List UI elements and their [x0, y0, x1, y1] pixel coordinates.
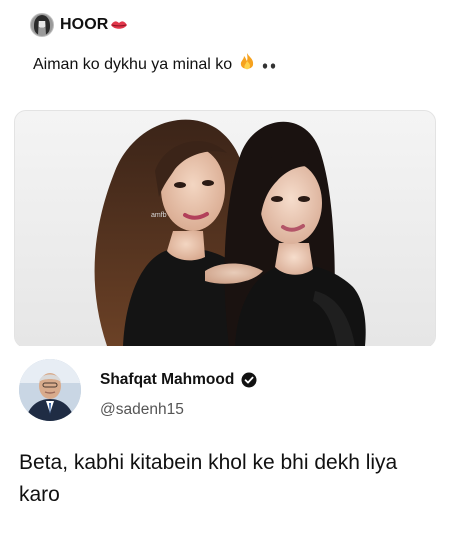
tweet-header: HOOR [30, 12, 128, 38]
author-name[interactable]: HOOR [60, 16, 108, 34]
reply-author-name[interactable]: Shafqat Mahmood [100, 371, 234, 389]
reply-text: Beta, kabhi kitabein khol ke bhi dekh li… [19, 451, 398, 506]
reply-avatar[interactable] [19, 359, 81, 421]
photo-watermark: amfb [151, 212, 167, 219]
fire-icon [238, 52, 256, 77]
tweet-text: Aiman ko dykhu ya minal ko [33, 52, 277, 77]
eyes-icon [261, 59, 277, 73]
reply-tweet: Shafqat Mahmood @sadenh15 Beta, kabhi ki… [0, 346, 450, 553]
tweet-photo[interactable]: amfb [14, 110, 436, 348]
tweet-text-content: Aiman ko dykhu ya minal ko [33, 55, 233, 73]
verified-badge-icon [241, 372, 257, 388]
profile-avatar-icon[interactable] [30, 13, 54, 37]
original-tweet: HOOR Aiman ko dykhu ya minal ko [0, 0, 450, 100]
lips-icon [110, 20, 128, 30]
reply-author[interactable]: Shafqat Mahmood [100, 371, 257, 389]
reply-handle[interactable]: @sadenh15 [100, 401, 184, 419]
